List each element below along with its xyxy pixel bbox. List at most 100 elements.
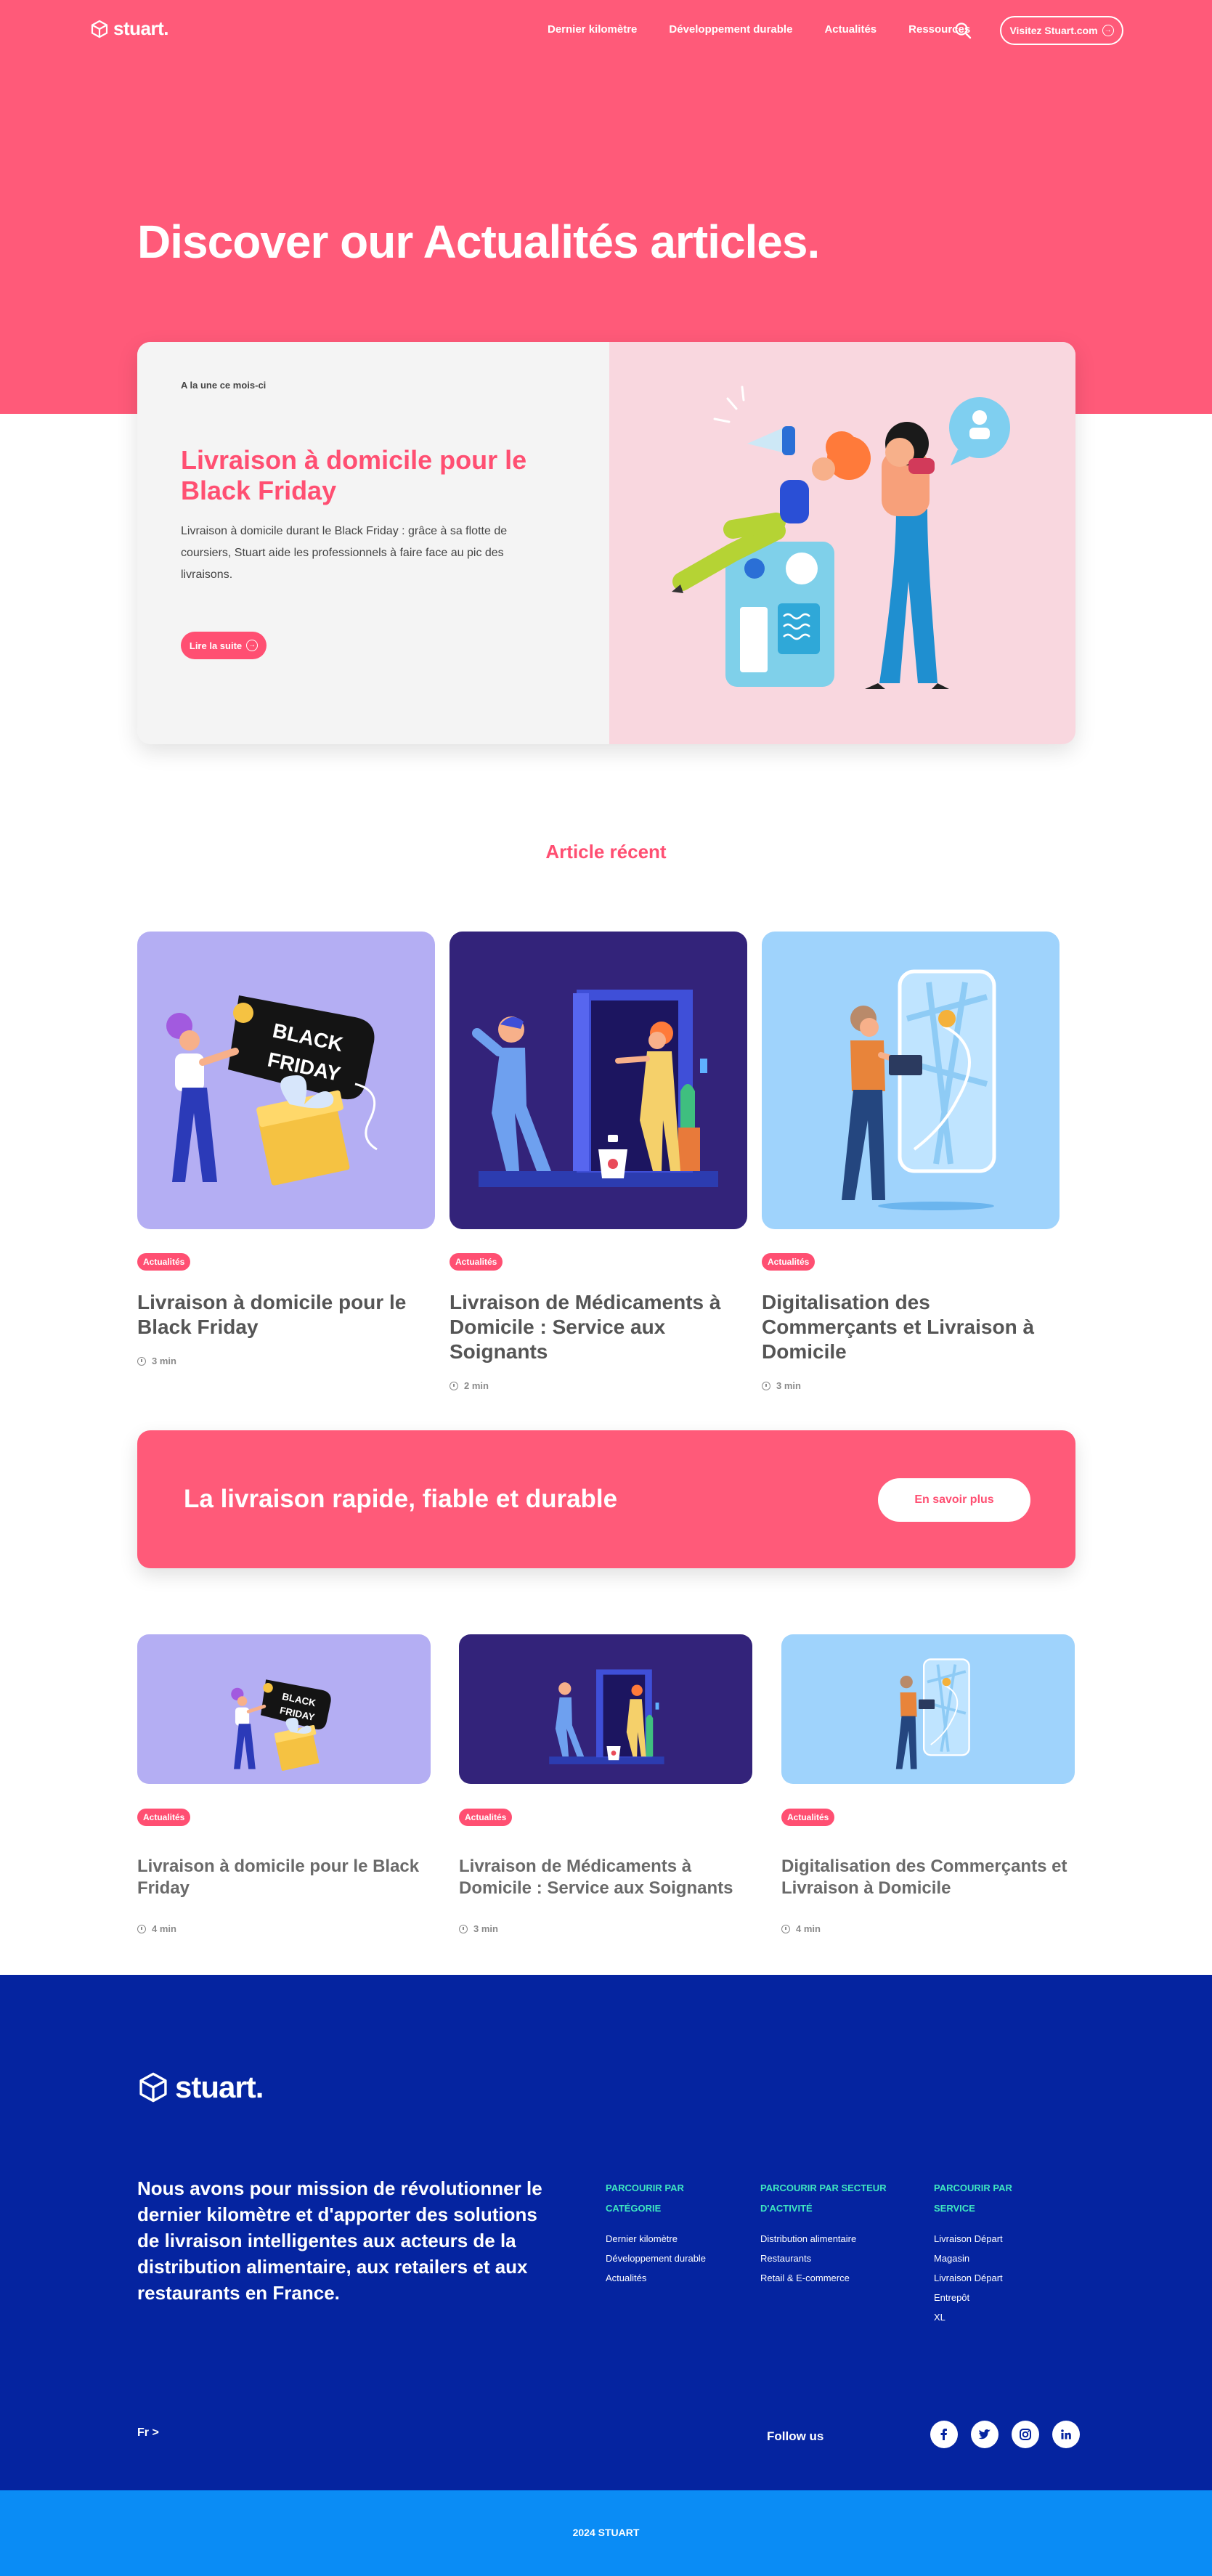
read-more-button[interactable]: Lire la suite → xyxy=(181,632,267,659)
clock-icon xyxy=(459,1924,468,1933)
category-tag[interactable]: Actualités xyxy=(762,1253,816,1271)
visit-stuart-label: Visitez Stuart.com xyxy=(1009,25,1098,36)
footer-link[interactable]: Distribution alimentaire xyxy=(760,2229,906,2249)
reading-time: 2 min xyxy=(450,1380,489,1391)
stuart-cube-icon xyxy=(91,20,108,38)
article-card-small[interactable]: Actualités Digitalisation des Commerçant… xyxy=(781,1634,1075,1934)
featured-title[interactable]: Livraison à domicile pour le Black Frida… xyxy=(181,445,544,506)
reading-time-value: 3 min xyxy=(776,1380,801,1391)
read-more-label: Lire la suite xyxy=(189,640,243,651)
article-card[interactable]: Actualités Digitalisation des Commerçant… xyxy=(762,932,1060,1391)
footer-column-service: Parcourir par service Livraison Départ M… xyxy=(934,2178,1036,2327)
mission-statement: Nous avons pour mission de révolutionner… xyxy=(137,2177,542,2304)
footer-links: Distribution alimentaire Restaurants Ret… xyxy=(760,2229,906,2288)
footer-column-title: Parcourir par service xyxy=(934,2182,1012,2214)
nav-link-actualites[interactable]: Actualités xyxy=(824,23,877,36)
footer-links: Dernier kilomètre Développement durable … xyxy=(606,2229,736,2288)
category-tag[interactable]: Actualités xyxy=(137,1809,191,1826)
site-footer: stuart. Nous avons pour mission de révol… xyxy=(0,1975,1212,2490)
featured-kicker: A la une ce mois-ci xyxy=(181,380,267,391)
footer-links: Livraison Départ Magasin Livraison Dépar… xyxy=(934,2229,1036,2327)
card-title[interactable]: Livraison à domicile pour le Black Frida… xyxy=(137,1290,435,1340)
linkedin-icon[interactable] xyxy=(1052,2421,1080,2448)
clock-icon xyxy=(781,1924,790,1933)
stuart-cube-icon xyxy=(139,2072,167,2103)
featured-text-panel: A la une ce mois-ci Livraison à domicile… xyxy=(137,342,609,744)
card-title[interactable]: Livraison de Médicaments à Domicile : Se… xyxy=(450,1290,747,1364)
category-tag[interactable]: Actualités xyxy=(450,1253,503,1271)
footer-column-category: Parcourir par catégorie Dernier kilomètr… xyxy=(606,2178,736,2288)
nav-link-developpement-durable[interactable]: Développement durable xyxy=(669,23,792,36)
card-image-medicine[interactable] xyxy=(450,932,747,1229)
reading-time: 4 min xyxy=(137,1923,176,1934)
article-card-small[interactable]: BLACK FRIDAY Actualités Livraison à domi… xyxy=(137,1634,431,1934)
logo-text: stuart. xyxy=(113,17,168,39)
category-tag[interactable]: Actualités xyxy=(781,1809,835,1826)
clock-icon xyxy=(137,1356,146,1366)
card-image-black-friday[interactable]: BLACK FRIDAY xyxy=(137,1634,431,1784)
card-image-medicine[interactable] xyxy=(459,1634,752,1784)
footer-column-title: Parcourir par secteur d'activité xyxy=(760,2182,887,2214)
footer-link[interactable]: XL xyxy=(934,2307,1036,2327)
article-card[interactable]: Actualités Livraison de Médicaments à Do… xyxy=(450,932,747,1391)
footer-link[interactable]: Restaurants xyxy=(760,2249,906,2268)
search-icon[interactable] xyxy=(953,21,972,40)
visit-stuart-button[interactable]: Visitez Stuart.com → xyxy=(1000,16,1123,45)
page-title: Discover our Actualités articles. xyxy=(137,216,820,268)
reading-time: 4 min xyxy=(781,1923,821,1934)
card-title[interactable]: Digitalisation des Commerçants et Livrai… xyxy=(762,1290,1060,1364)
social-links xyxy=(930,2421,1080,2448)
medicine-delivery-illustration xyxy=(549,1669,664,1764)
map-phone-illustration xyxy=(895,1658,970,1769)
category-tag[interactable]: Actualités xyxy=(459,1809,513,1826)
footer-link[interactable]: Retail & E-commerce xyxy=(760,2268,906,2288)
follow-us-label: Follow us xyxy=(767,2429,824,2443)
clock-icon xyxy=(762,1381,770,1390)
footer-column-sector: Parcourir par secteur d'activité Distrib… xyxy=(760,2178,906,2288)
category-tag[interactable]: Actualités xyxy=(137,1253,191,1271)
card-image-black-friday[interactable]: BLACK FRIDAY xyxy=(137,932,435,1229)
black-friday-illustration: BLACK FRIDAY xyxy=(231,1679,331,1771)
reading-time: 3 min xyxy=(137,1356,176,1366)
footer-link[interactable]: Dernier kilomètre xyxy=(606,2229,736,2249)
reading-time-value: 3 min xyxy=(473,1923,498,1934)
megaphone-people-illustration xyxy=(672,386,1010,689)
arrow-right-icon: → xyxy=(1102,25,1114,36)
footer-link[interactable]: Livraison Départ xyxy=(934,2229,1036,2249)
reading-time-value: 4 min xyxy=(796,1923,821,1934)
card-title[interactable]: Livraison à domicile pour le Black Frida… xyxy=(137,1856,431,1899)
reading-time-value: 3 min xyxy=(152,1356,176,1366)
featured-illustration xyxy=(609,342,1075,744)
logo-text: stuart. xyxy=(175,2070,264,2104)
clock-icon xyxy=(137,1924,146,1933)
nav-link-dernier-kilometre[interactable]: Dernier kilomètre xyxy=(548,23,637,36)
instagram-icon[interactable] xyxy=(1012,2421,1039,2448)
featured-description: Livraison à domicile durant le Black Fri… xyxy=(181,525,508,581)
footer-link[interactable]: Actualités xyxy=(606,2268,736,2288)
footer-link[interactable]: Entrepôt xyxy=(934,2288,1036,2307)
twitter-icon[interactable] xyxy=(971,2421,999,2448)
recent-articles-heading: Article récent xyxy=(545,841,667,863)
learn-more-button[interactable]: En savoir plus xyxy=(878,1478,1030,1522)
medicine-delivery-illustration xyxy=(472,990,718,1187)
article-card-small[interactable]: Actualités Livraison de Médicaments à Do… xyxy=(459,1634,752,1934)
footer-link[interactable]: Livraison Départ xyxy=(934,2268,1036,2288)
copyright-bar: 2024 STUART xyxy=(0,2490,1212,2576)
footer-link[interactable]: Développement durable xyxy=(606,2249,736,2268)
reading-time-value: 2 min xyxy=(464,1380,489,1391)
featured-article: A la une ce mois-ci Livraison à domicile… xyxy=(137,342,1075,744)
facebook-icon[interactable] xyxy=(930,2421,958,2448)
language-selector[interactable]: Fr > xyxy=(137,2426,159,2440)
card-title[interactable]: Digitalisation des Commerçants et Livrai… xyxy=(781,1856,1075,1899)
card-image-digitalisation[interactable] xyxy=(762,932,1060,1229)
black-friday-illustration: BLACK FRIDAY xyxy=(166,995,378,1186)
article-card[interactable]: BLACK FRIDAY Actualités Livraison à domi… xyxy=(137,932,435,1366)
top-nav: stuart. Dernier kilomètre Développement … xyxy=(0,0,1212,61)
reading-time-value: 4 min xyxy=(152,1923,176,1934)
footer-logo[interactable]: stuart. xyxy=(137,2070,264,2105)
stuart-logo[interactable]: stuart. xyxy=(90,17,168,40)
card-image-digitalisation[interactable] xyxy=(781,1634,1075,1784)
map-phone-illustration xyxy=(842,969,996,1210)
card-title[interactable]: Livraison de Médicaments à Domicile : Se… xyxy=(459,1856,752,1899)
footer-link[interactable]: Magasin xyxy=(934,2249,1036,2268)
